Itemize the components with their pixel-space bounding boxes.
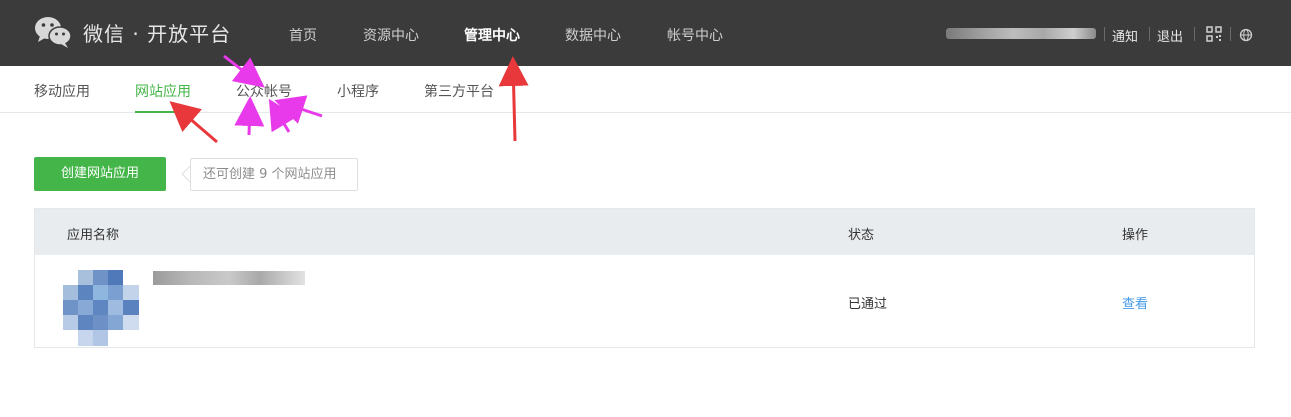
divider <box>1230 27 1231 41</box>
top-navbar: 微信 · 开放平台 首页 资源中心 管理中心 数据中心 帐号中心 通知 退出 <box>0 0 1291 66</box>
nav-management[interactable]: 管理中心 <box>464 25 520 45</box>
tab-third-party-platform[interactable]: 第三方平台 <box>424 81 494 101</box>
column-header-operations: 操作 <box>1122 228 1149 243</box>
logout-link[interactable]: 退出 <box>1157 26 1183 45</box>
notify-link[interactable]: 通知 <box>1112 26 1138 45</box>
divider <box>1104 27 1105 41</box>
tab-official-account[interactable]: 公众帐号 <box>236 81 292 101</box>
tab-website-app[interactable]: 网站应用 <box>135 81 191 101</box>
app-name-redacted <box>153 271 305 285</box>
tab-mini-program[interactable]: 小程序 <box>337 81 379 101</box>
column-header-status: 状态 <box>848 228 875 243</box>
qrcode-icon[interactable] <box>1206 26 1222 42</box>
create-website-app-button[interactable]: 创建网站应用 <box>34 157 166 191</box>
app-table: 应用名称 状态 操作 已通过 查看 <box>34 208 1255 348</box>
tab-mobile-app[interactable]: 移动应用 <box>34 81 90 101</box>
divider <box>1194 27 1195 41</box>
nav-account[interactable]: 帐号中心 <box>667 25 723 45</box>
status-approved: 已通过 <box>848 297 888 312</box>
username-redacted[interactable] <box>946 28 1096 39</box>
globe-icon[interactable] <box>1239 28 1253 42</box>
table-header: 应用名称 状态 操作 <box>35 209 1254 255</box>
wechat-logo-icon[interactable] <box>34 15 72 49</box>
remaining-quota-tip: 还可创建 9 个网站应用 <box>190 158 358 191</box>
brand-title[interactable]: 微信 · 开放平台 <box>83 18 231 47</box>
nav-data[interactable]: 数据中心 <box>565 25 621 45</box>
app-icon[interactable] <box>63 270 139 346</box>
nav-home[interactable]: 首页 <box>289 25 317 45</box>
active-tab-indicator <box>135 111 191 113</box>
nav-resources[interactable]: 资源中心 <box>363 25 419 45</box>
divider <box>1149 27 1150 41</box>
sub-navbar: 移动应用 网站应用 公众帐号 小程序 第三方平台 <box>0 66 1291 113</box>
column-header-app-name: 应用名称 <box>67 228 120 243</box>
view-app-link[interactable]: 查看 <box>1122 293 1148 312</box>
